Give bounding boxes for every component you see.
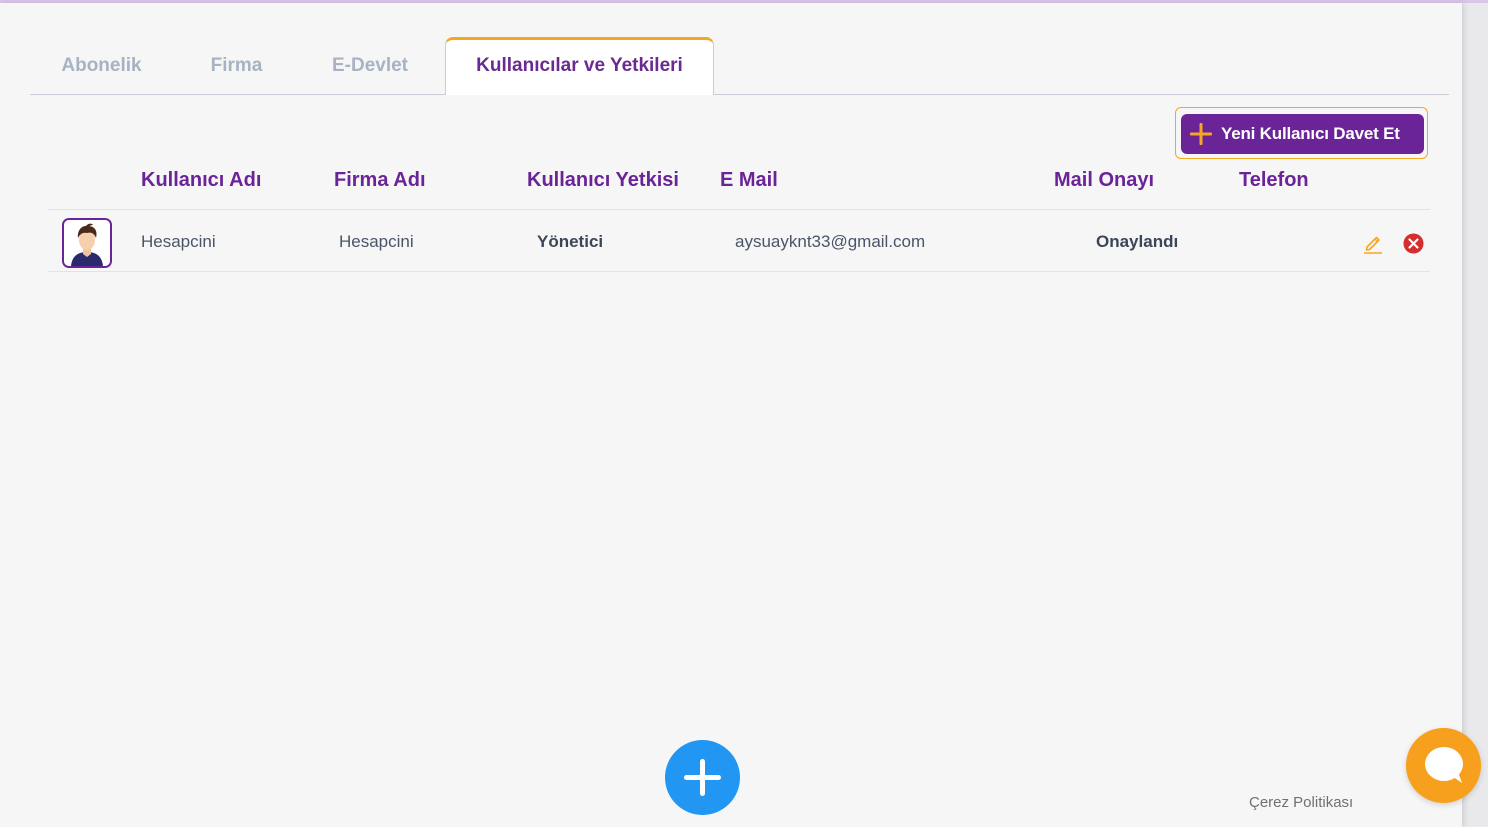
invite-button-label: Yeni Kullanıcı Davet Et xyxy=(1221,124,1400,143)
cell-company: Hesapcini xyxy=(339,232,414,251)
tab-firma[interactable]: Firma xyxy=(173,37,300,94)
close-circle-icon[interactable] xyxy=(1403,233,1424,254)
tab-abonelik[interactable]: Abonelik xyxy=(30,37,173,94)
user-avatar-icon xyxy=(62,218,112,268)
pencil-icon[interactable] xyxy=(1362,232,1384,254)
invite-user-button[interactable]: Yeni Kullanıcı Davet Et xyxy=(1181,114,1424,154)
tab-kullanicilar-ve-yetkileri[interactable]: Kullanıcılar ve Yetkileri xyxy=(445,37,714,95)
cell-username: Hesapcini xyxy=(141,232,216,251)
plus-icon xyxy=(1190,123,1212,145)
table-divider xyxy=(48,209,1430,210)
column-header-mail-status: Mail Onayı xyxy=(1054,169,1155,191)
cell-role: Yönetici xyxy=(537,232,604,251)
tab-bar: Abonelik Firma E-Devlet Kullanıcılar ve … xyxy=(30,37,1449,95)
chat-widget-button[interactable] xyxy=(1406,728,1481,803)
tab-e-devlet[interactable]: E-Devlet xyxy=(300,37,440,94)
column-header-username: Kullanıcı Adı xyxy=(141,169,262,191)
plus-icon xyxy=(684,759,721,796)
column-header-company: Firma Adı xyxy=(334,169,426,191)
table-divider xyxy=(48,271,1430,272)
cell-email: aysuayknt33@gmail.com xyxy=(735,232,926,251)
column-header-role: Kullanıcı Yetkisi xyxy=(527,169,679,191)
main-panel: Abonelik Firma E-Devlet Kullanıcılar ve … xyxy=(0,3,1462,827)
cookie-policy-link[interactable]: Çerez Politikası xyxy=(1249,794,1353,811)
cell-mail-status: Onaylandı xyxy=(1096,232,1179,251)
invite-button-frame: Yeni Kullanıcı Davet Et xyxy=(1175,107,1428,159)
add-fab-button[interactable] xyxy=(665,740,740,815)
column-header-email: E Mail xyxy=(720,169,778,191)
column-header-phone: Telefon xyxy=(1239,169,1309,191)
chat-bubble-icon xyxy=(1425,747,1463,783)
